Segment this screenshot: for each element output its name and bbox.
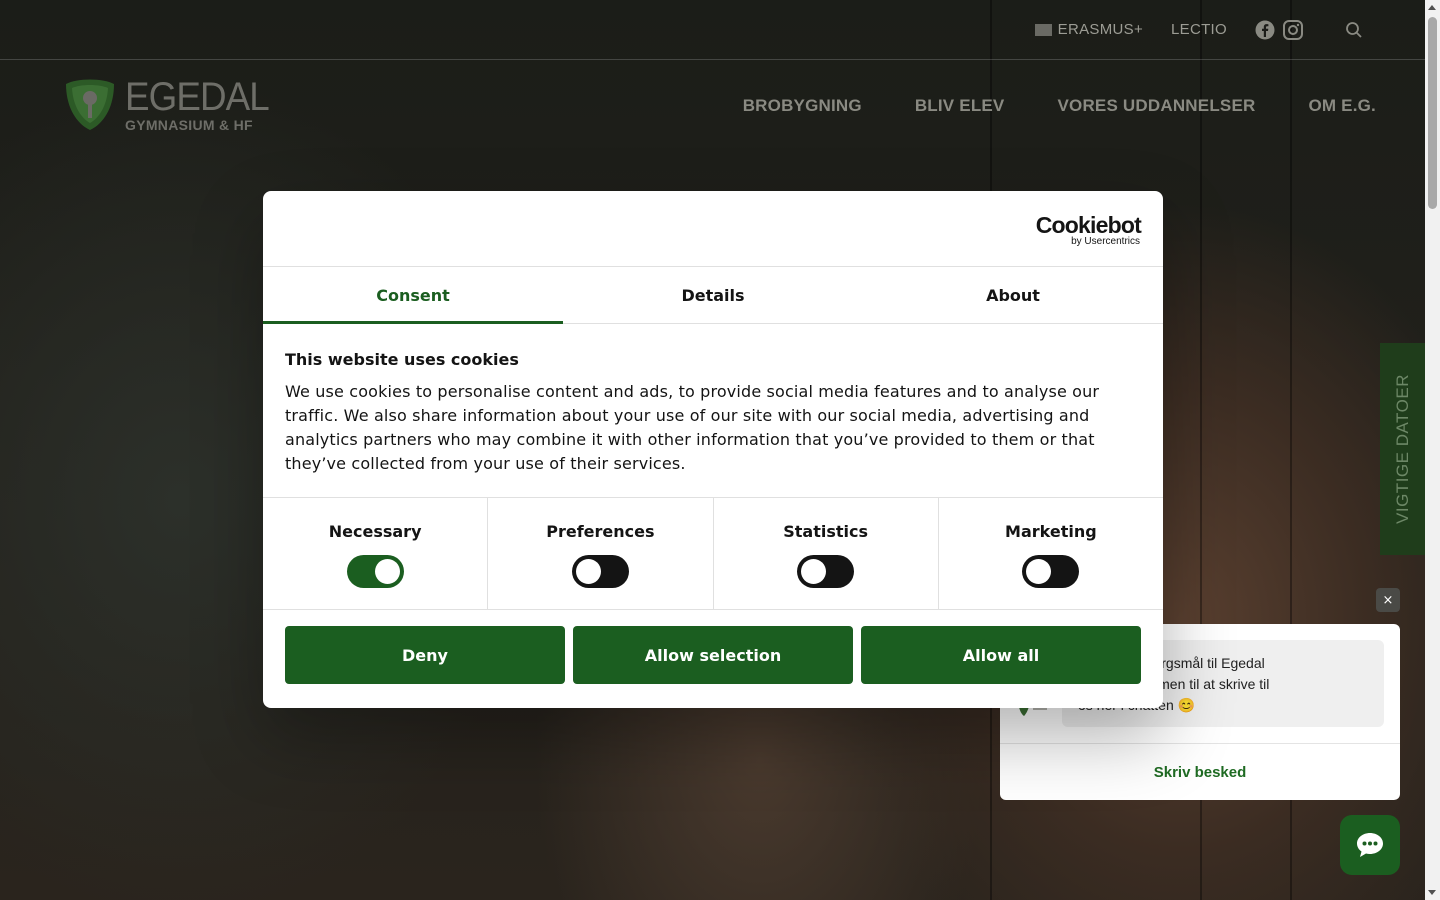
write-message-button[interactable]: Skriv besked — [1000, 744, 1400, 800]
consent-toggles: Necessary Preferences Statistics Marketi… — [263, 498, 1163, 610]
top-utility-bar: ERASMUS+ LECTIO — [0, 0, 1425, 60]
thistle-shield-icon — [66, 79, 114, 130]
cookiebot-logo[interactable]: Cookiebot by Usercentrics — [1035, 212, 1142, 247]
dialog-body: This website uses cookies We use cookies… — [263, 324, 1163, 498]
logo-name: EGEDAL — [125, 75, 270, 119]
scroll-up-arrow-icon[interactable] — [1428, 5, 1436, 10]
statistics-toggle[interactable] — [797, 555, 855, 588]
toggle-label-preferences: Preferences — [546, 522, 655, 541]
toggle-label-necessary: Necessary — [328, 522, 422, 541]
eu-flag-icon — [1034, 23, 1052, 36]
page-scrollbar[interactable] — [1425, 0, 1440, 900]
toggle-knob — [575, 559, 601, 584]
nav-item-om-eg[interactable]: OM E.G. — [1308, 96, 1376, 116]
dialog-header: Cookiebot by Usercentrics — [263, 191, 1163, 267]
important-dates-label: VIGTIGE DATOER — [1392, 374, 1412, 524]
deny-button[interactable]: Deny — [285, 626, 565, 684]
chat-close-button[interactable]: × — [1376, 588, 1400, 612]
facebook-icon[interactable] — [1255, 20, 1275, 40]
instagram-icon[interactable] — [1283, 19, 1303, 40]
nav-item-bliv-elev[interactable]: BLIV ELEV — [915, 96, 1005, 116]
toggle-knob — [801, 559, 827, 584]
cookiebot-brand: Cookiebot — [1035, 212, 1142, 238]
scrollbar-thumb[interactable] — [1428, 17, 1437, 209]
toggle-group-necessary: Necessary — [263, 498, 489, 609]
main-nav: BROBYGNING BLIV ELEV VORES UDDANNELSER O… — [743, 96, 1376, 116]
dialog-title: This website uses cookies — [285, 350, 519, 369]
allow-all-button[interactable]: Allow all — [861, 626, 1141, 684]
toggle-knob — [1026, 559, 1052, 584]
marketing-toggle[interactable] — [1022, 555, 1080, 588]
preferences-toggle[interactable] — [571, 555, 629, 588]
erasmus-label: ERASMUS+ — [1057, 21, 1144, 38]
dialog-actions: Deny Allow selection Allow all — [263, 610, 1163, 700]
social-links — [1255, 19, 1303, 40]
search-icon[interactable] — [1345, 21, 1363, 39]
tab-about[interactable]: About — [863, 267, 1163, 323]
dialog-description: We use cookies to personalise content an… — [285, 382, 1100, 473]
erasmus-link[interactable]: ERASMUS+ — [1034, 21, 1144, 38]
toggle-label-statistics: Statistics — [783, 522, 868, 541]
tab-consent[interactable]: Consent — [263, 267, 563, 324]
scroll-down-arrow-icon[interactable] — [1428, 890, 1436, 895]
allow-selection-button[interactable]: Allow selection — [573, 626, 853, 684]
dialog-tabs: Consent Details About — [263, 267, 1163, 324]
important-dates-tab[interactable]: VIGTIGE DATOER — [1380, 343, 1425, 555]
nav-item-vores-uddannelser[interactable]: VORES UDDANNELSER — [1057, 96, 1255, 116]
toggle-group-statistics: Statistics — [714, 498, 939, 609]
site-logo[interactable]: EGEDAL GYMNASIUM & HF — [63, 75, 281, 133]
chat-launcher-button[interactable] — [1340, 815, 1400, 875]
toggle-group-preferences: Preferences — [488, 498, 714, 609]
toggle-knob — [374, 559, 400, 584]
chat-bubble-icon — [1357, 833, 1383, 857]
cookiebot-brand-sub: by Usercentrics — [1071, 236, 1140, 247]
toggle-label-marketing: Marketing — [1005, 522, 1097, 541]
lectio-link[interactable]: LECTIO — [1171, 21, 1227, 38]
necessary-toggle[interactable] — [346, 555, 404, 588]
toggle-group-marketing: Marketing — [939, 498, 1163, 609]
nav-item-brobygning[interactable]: BROBYGNING — [743, 96, 862, 116]
lectio-label: LECTIO — [1171, 21, 1227, 38]
tab-details[interactable]: Details — [563, 267, 863, 323]
logo-subtitle: GYMNASIUM & HF — [125, 117, 253, 133]
cookie-consent-dialog: Cookiebot by Usercentrics Consent Detail… — [263, 191, 1163, 708]
